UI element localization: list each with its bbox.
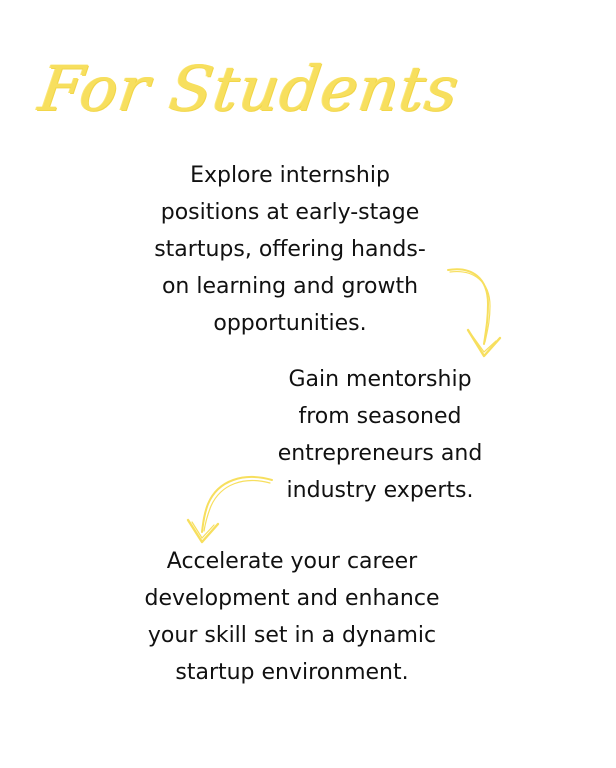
text-line: Accelerate your career (166, 549, 418, 574)
text-line: industry experts. (286, 478, 474, 503)
text-line: startup environment. (175, 660, 409, 685)
curved-arrow-down-left-icon (186, 476, 273, 544)
text-line: opportunities. (213, 311, 367, 336)
text-line: Gain mentorship (288, 367, 472, 392)
text-line: on learning and growth (161, 274, 419, 299)
text-block-internships: Explore internship positions at early-st… (120, 157, 460, 342)
text-line: your skill set in a dynamic (147, 623, 437, 648)
text-line: entrepreneurs and (277, 441, 483, 466)
text-line: development and enhance (144, 586, 440, 611)
text-line: positions at early-stage (160, 200, 420, 225)
page: For Students Explore internship position… (0, 0, 616, 768)
page-title: For Students (34, 52, 464, 125)
text-line: startups, offering hands- (154, 237, 426, 262)
text-line: from seasoned (298, 404, 462, 429)
curved-arrow-down-right-icon (447, 268, 502, 358)
text-block-mentorship: Gain mentorship from seasoned entreprene… (255, 361, 505, 509)
text-line: Explore internship (190, 163, 390, 188)
text-block-career: Accelerate your career development and e… (112, 543, 472, 691)
